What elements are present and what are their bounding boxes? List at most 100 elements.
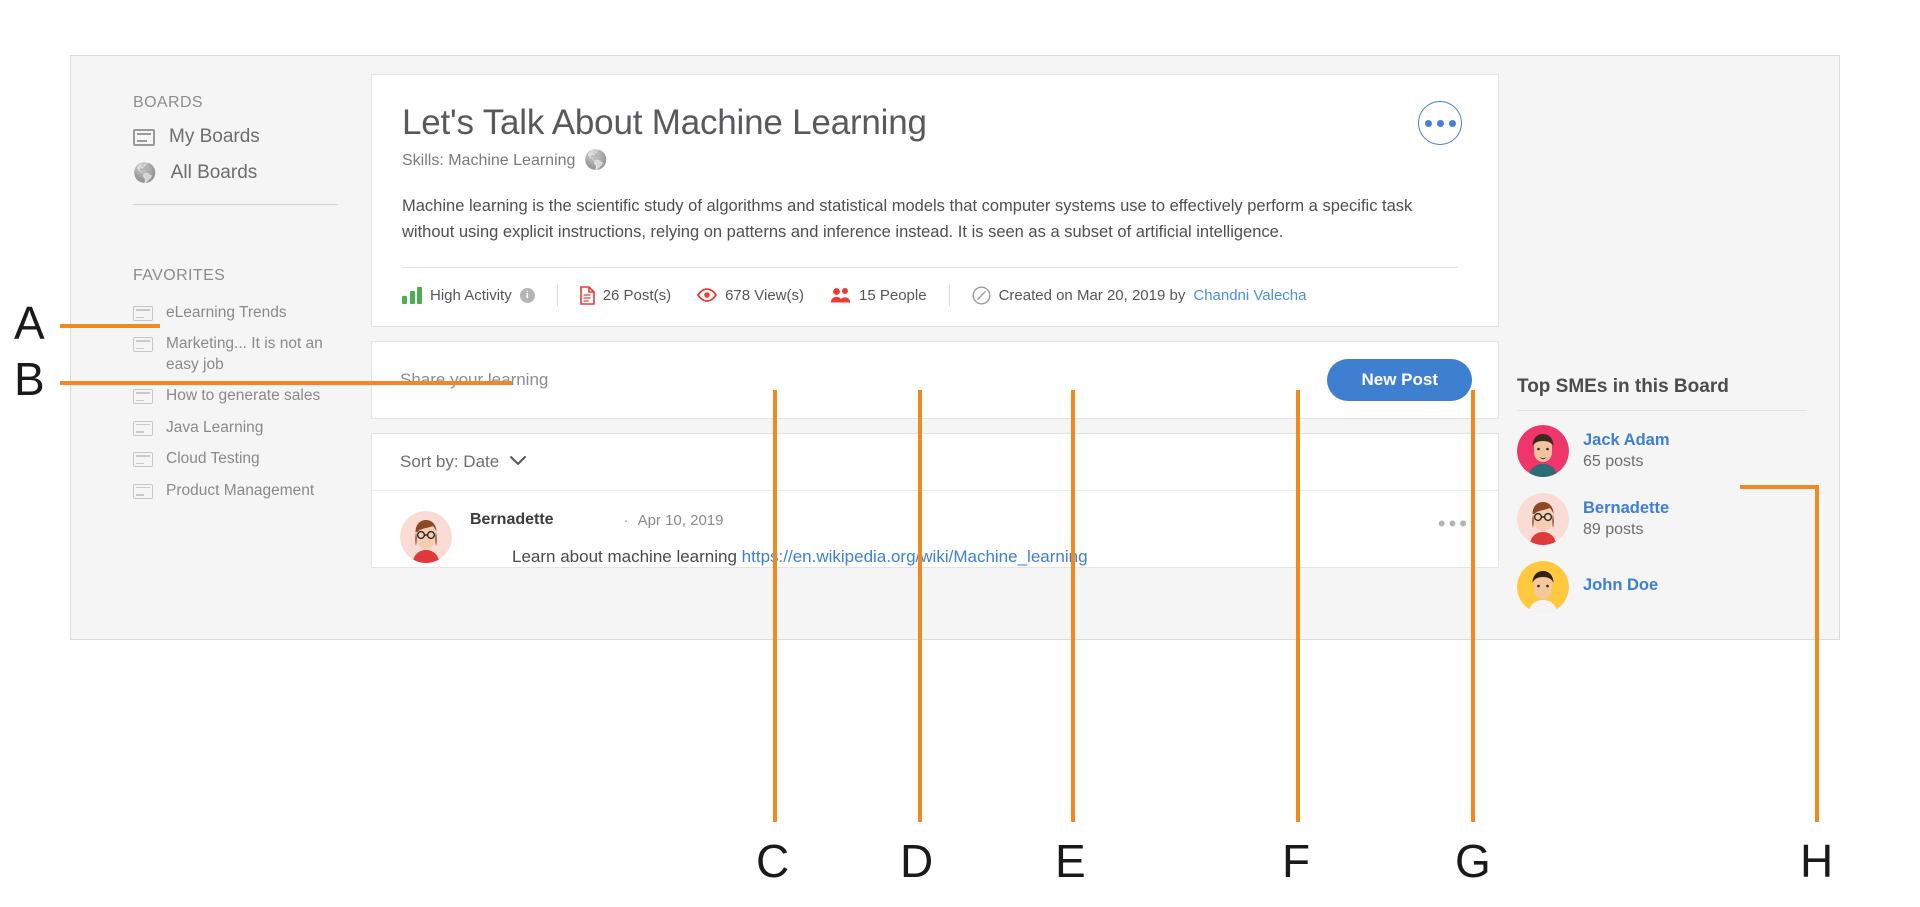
post-separator: · [623,511,629,529]
skills-label: Skills: Machine Learning [402,151,576,169]
board-icon [133,306,153,321]
stat-separator [948,284,950,307]
favorite-item-label: Marketing... It is not an easy job [166,335,323,373]
annotation-label-f: F [1282,835,1311,887]
stat-activity: High Activity i [402,286,535,304]
divider [402,267,1458,269]
sidebar-item-label: All Boards [170,162,258,183]
boards-icon [133,128,155,146]
sme-info: Jack Adam 65 posts [1583,431,1670,471]
sme-name[interactable]: Bernadette [1583,499,1669,518]
clock-icon [972,286,991,305]
sme-item[interactable]: Bernadette 89 posts [1517,493,1817,545]
boards-heading: BOARDS [133,94,203,111]
board-header-card: Let's Talk About Machine Learning Skills… [371,74,1499,328]
favorite-item-how-to-generate-sales[interactable]: How to generate sales [133,386,371,406]
share-input[interactable]: Share your learning [400,370,1327,390]
post-author[interactable]: Bernadette [470,511,554,529]
board-icon [133,389,153,405]
ellipsis-dot [1448,119,1456,127]
annotation-label-a: A [14,297,45,349]
board-icon [133,337,153,353]
favorite-item-elearning-trends[interactable]: eLearning Trends [133,303,371,323]
annotation-label-h: H [1800,835,1834,887]
sme-name[interactable]: Jack Adam [1583,431,1670,450]
annotation-label-d: D [900,835,934,887]
post-text-body: Learn about machine learning [512,547,742,567]
board-icon [133,452,153,468]
page-title: Let's Talk About Machine Learning [402,103,927,142]
sme-post-count: 89 posts [1583,521,1644,538]
annotation-label-g: G [1455,835,1491,887]
stat-people: 15 People [830,287,927,304]
main-area: Let's Talk About Machine Learning Skills… [371,56,1839,639]
chevron-down-icon[interactable] [509,453,527,471]
post-text: Learn about machine learning https://en.… [470,547,1420,567]
sme-info: John Doe [1583,576,1658,598]
globe-icon: 🌎 [584,150,609,171]
right-rail: Top SMEs in this Board Jack Adam 65 post… [1517,74,1817,639]
favorites-heading: FAVORITES [133,267,226,284]
feed-card: Sort by: Date Bernadette · Apr 10, 2019 … [371,433,1499,569]
favorites-list: eLearning Trends Marketing... It is not … [133,303,371,501]
sme-post-count: 65 posts [1583,453,1644,470]
stat-posts: 26 Post(s) [579,285,672,305]
post-header: Bernadette · Apr 10, 2019 [470,511,1420,529]
sidebar-item-label: My Boards [169,126,260,147]
posts-label: 26 Post(s) [602,286,672,304]
document-icon [579,285,595,305]
board-options-button[interactable] [1418,101,1462,145]
sidebar-item-all-boards[interactable]: 🌎 All Boards [133,162,371,184]
favorite-item-label: Java Learning [166,418,264,436]
favorite-item-product-management[interactable]: Product Management [133,481,371,501]
info-icon[interactable]: i [519,287,535,303]
top-smes-title: Top SMEs in this Board [1517,376,1729,397]
globe-icon: 🌎 [133,162,157,184]
sme-item[interactable]: Jack Adam 65 posts [1517,425,1817,477]
ellipsis-dot [1436,119,1444,127]
sme-name[interactable]: John Doe [1583,576,1658,595]
center-column: Let's Talk About Machine Learning Skills… [371,74,1499,639]
avatar [1517,493,1569,545]
new-post-button[interactable]: New Post [1327,359,1472,402]
sme-info: Bernadette 89 posts [1583,499,1669,539]
favorite-item-label: Cloud Testing [166,450,260,468]
favorite-item-label: How to generate sales [166,387,321,405]
post-link[interactable]: https://en.wikipedia.org/wiki/Machine_le… [742,547,1088,566]
avatar [1517,561,1569,613]
share-card: Share your learning New Post [371,341,1499,420]
eye-icon [697,288,718,303]
stat-separator [556,284,558,307]
divider [1517,410,1807,411]
favorite-item-label: eLearning Trends [166,304,287,321]
views-label: 678 View(s) [725,286,804,304]
sort-bar[interactable]: Sort by: Date [372,434,1498,492]
creator-link[interactable]: Chandni Valecha [1193,287,1306,304]
skills-line: Skills: Machine Learning 🌎 [402,151,1458,170]
annotation-label-e: E [1055,835,1086,887]
people-icon [830,287,851,303]
avatar [1517,425,1569,477]
sme-item[interactable]: John Doe [1517,561,1817,613]
post-options-button[interactable]: ••• [1438,513,1470,567]
bar-chart-icon [402,286,422,304]
stat-created: Created on Mar 20, 2019 by Chandni Valec… [972,286,1307,305]
board-icon [133,420,153,436]
annotation-label-c: C [756,835,790,887]
post-body: Bernadette · Apr 10, 2019 Learn about ma… [470,511,1420,567]
stat-views: 678 View(s) [697,287,804,304]
sidebar-divider [133,204,338,205]
favorite-item-marketing[interactable]: Marketing... It is not an easy job [133,334,371,375]
people-label: 15 People [859,286,927,304]
left-sidebar: BOARDS My Boards 🌎 All Boards FAVORITES … [71,56,371,639]
activity-label: High Activity [430,286,512,304]
post-item: Bernadette · Apr 10, 2019 Learn about ma… [372,491,1498,567]
application-window: BOARDS My Boards 🌎 All Boards FAVORITES … [70,55,1840,640]
ellipsis-dot [1424,119,1432,127]
sidebar-item-my-boards[interactable]: My Boards [133,126,371,148]
favorite-item-java-learning[interactable]: Java Learning [133,418,371,438]
annotation-label-b: B [14,353,45,405]
avatar [400,511,452,564]
favorite-item-cloud-testing[interactable]: Cloud Testing [133,449,371,469]
sort-label: Sort by: Date [400,452,500,472]
